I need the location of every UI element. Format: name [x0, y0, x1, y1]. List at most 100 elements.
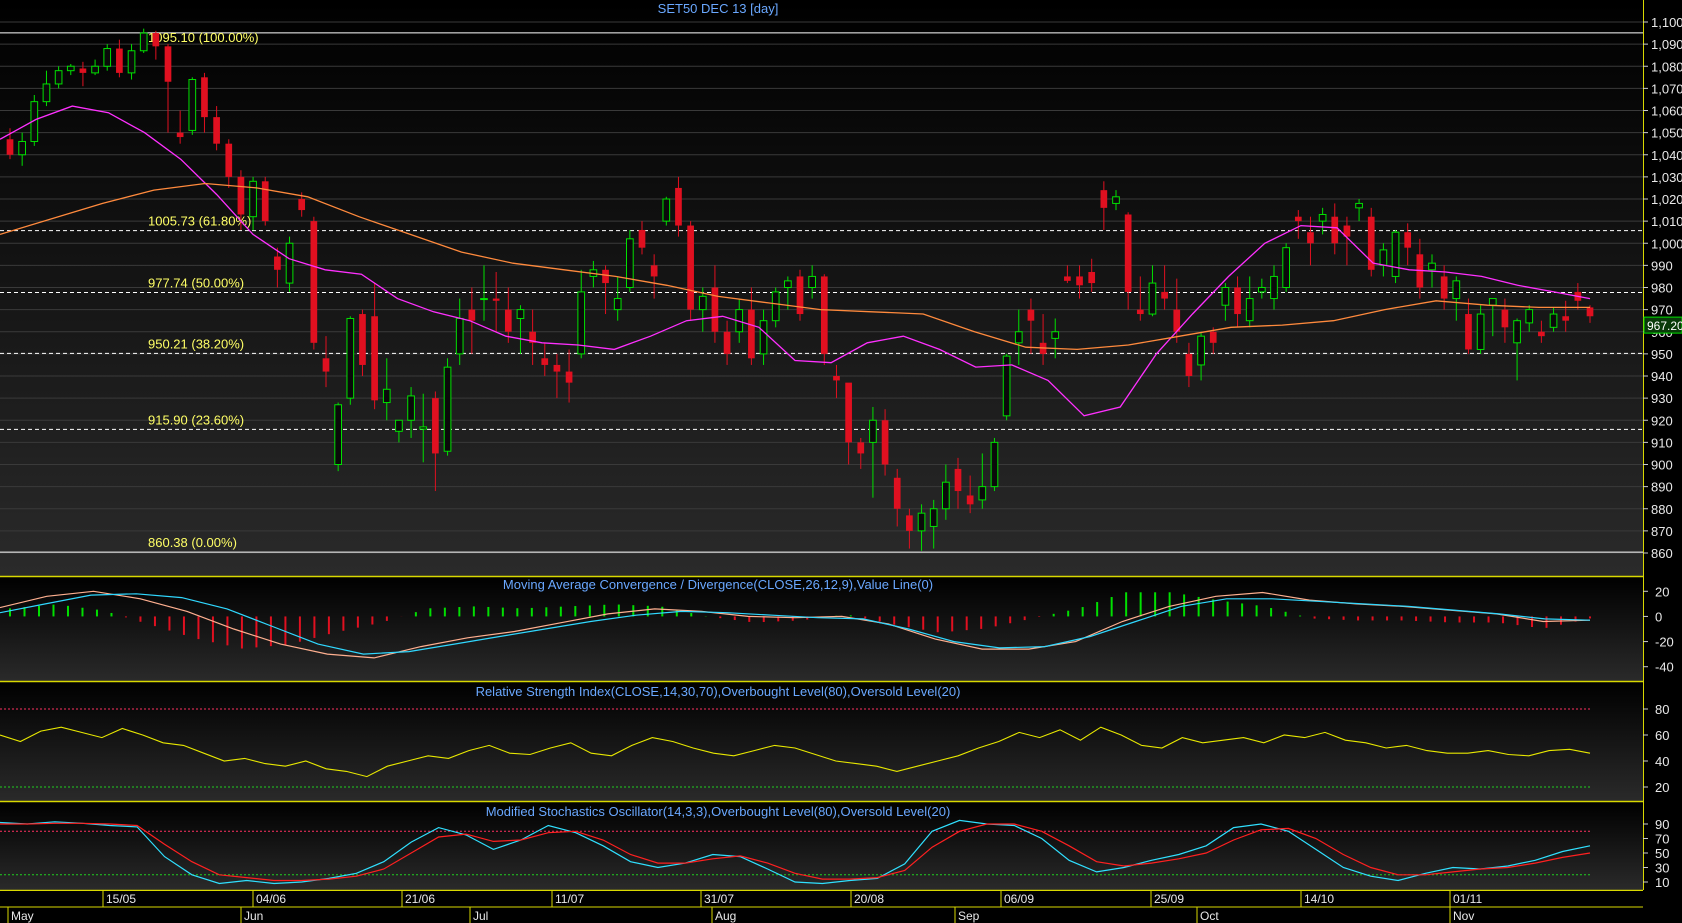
price-tick-label: 1,030 — [1651, 170, 1682, 185]
date-month-label: May — [11, 909, 34, 923]
candle-body-up — [662, 198, 671, 222]
candle-body-up — [395, 419, 403, 432]
candle-body-down — [553, 364, 561, 372]
rsi-tick-label: 60 — [1655, 728, 1669, 743]
candle-body-up — [1112, 196, 1120, 204]
date-day-label: 06/09 — [1004, 892, 1034, 906]
candle-body-up — [1476, 313, 1485, 350]
candle-body-down — [687, 225, 694, 310]
candle-body-down — [1331, 216, 1339, 244]
chart-title: SET50 DEC 13 [day] — [658, 1, 779, 16]
date-day-label: 25/09 — [1154, 892, 1184, 906]
candle-body-down — [723, 331, 731, 354]
candle-body-down — [468, 309, 476, 321]
candle-body-up — [42, 83, 51, 103]
price-tick-label: 1,020 — [1651, 192, 1682, 207]
price-tick-label: 870 — [1651, 524, 1673, 539]
candle-body-up — [613, 298, 622, 311]
candle-body-down — [650, 265, 658, 277]
candle-body-up — [698, 295, 707, 311]
chart-canvas[interactable]: 1,100 1,090 1,080 1,070 1,060 1,050 1,040 1,030… — [0, 0, 1682, 923]
candle-body-down — [1586, 307, 1594, 317]
candle-body-up — [1270, 275, 1278, 300]
candle-body-up — [626, 238, 634, 288]
stoch-tick-label: 90 — [1655, 817, 1669, 832]
candle-body-down — [152, 33, 160, 47]
candle-body-up — [1148, 282, 1157, 315]
price-tick-label: 1,080 — [1651, 59, 1682, 74]
candle-body-up — [771, 291, 780, 322]
candle-body-down — [833, 376, 840, 381]
date-day-label: 20/08 — [854, 892, 884, 906]
price-tick-label: 990 — [1651, 258, 1673, 273]
date-month-label: Aug — [715, 909, 736, 923]
rsi-title: Relative Strength Index(CLOSE,14,30,70),… — [476, 684, 961, 699]
candle-body-up — [455, 317, 464, 355]
candle-body-up — [1014, 331, 1023, 344]
candle-body-up — [1355, 202, 1363, 209]
candle-body-down — [504, 309, 512, 332]
candle-body-down — [213, 117, 220, 144]
candle-body-up — [1391, 231, 1400, 277]
chart-window: 1,100 1,090 1,080 1,070 1,060 1,050 1,040 1,030… — [0, 0, 1682, 923]
candle-body-down — [6, 139, 14, 155]
candle-body-up — [480, 298, 488, 301]
candle-body-down — [1100, 190, 1108, 208]
price-tick-label: 950 — [1651, 347, 1673, 362]
macd-tick-label: -20 — [1655, 635, 1674, 650]
date-day-label: 31/07 — [704, 892, 734, 906]
candle-body-down — [881, 420, 889, 465]
stoch-tick-label: 70 — [1655, 832, 1669, 847]
candle-body-down — [748, 309, 755, 359]
rsi-tick-label: 80 — [1655, 702, 1669, 717]
candle-body-down — [1185, 353, 1193, 376]
candle-body-up — [443, 366, 452, 452]
candle-body-up — [1549, 313, 1558, 328]
candle-body-down — [310, 221, 318, 343]
candle-body-up — [103, 48, 112, 67]
candle-body-up — [66, 65, 75, 72]
candle-body-up — [1221, 287, 1230, 306]
candle-body-down — [261, 181, 269, 222]
candle-body-down — [857, 442, 865, 454]
candle-body-up — [1379, 249, 1388, 266]
price-tick-label: 1,070 — [1651, 81, 1682, 96]
candle-body-down — [675, 187, 682, 226]
candle-body-down — [1538, 331, 1545, 337]
candle-body-down — [966, 495, 974, 505]
candle-body-up — [1258, 287, 1266, 293]
fib-level-label: 860.38 (0.00%) — [148, 535, 237, 550]
candle-body-down — [298, 199, 306, 211]
candle-body-down — [274, 256, 281, 270]
rsi-tick-label: 20 — [1655, 780, 1669, 795]
candle-body-up — [18, 140, 26, 156]
price-tick-label: 940 — [1651, 369, 1673, 384]
price-tick-label: 930 — [1651, 391, 1673, 406]
price-tick-label: 890 — [1651, 480, 1673, 495]
candle-body-up — [1051, 331, 1060, 339]
candle-body-down — [1234, 287, 1241, 315]
price-tick-label: 970 — [1651, 303, 1673, 318]
candle-body-down — [1076, 276, 1083, 286]
date-month-label: Nov — [1453, 909, 1474, 923]
price-tick-label: 1,040 — [1651, 148, 1682, 163]
date-day-label: 11/07 — [555, 892, 584, 906]
candle-body-down — [1136, 309, 1144, 315]
candle-body-up — [1282, 247, 1290, 289]
rsi-tick-label: 40 — [1655, 754, 1669, 769]
macd-tick-label: -40 — [1655, 660, 1674, 675]
date-day-label: 04/06 — [256, 892, 286, 906]
fib-level-label: 950.21 (38.20%) — [148, 336, 244, 351]
candle-body-up — [990, 441, 999, 488]
candle-body-down — [845, 382, 852, 443]
fib-level-label: 915.90 (23.60%) — [148, 412, 244, 427]
candle-body-up — [1525, 309, 1534, 324]
candle-body-up — [1428, 262, 1436, 271]
candle-body-up — [1197, 335, 1205, 366]
candle-body-down — [116, 48, 123, 73]
date-day-label: 21/06 — [405, 892, 435, 906]
candle-body-down — [1501, 309, 1509, 328]
candle-body-up — [188, 79, 197, 131]
candle-body-down — [820, 276, 828, 354]
price-tick-label: 900 — [1651, 458, 1673, 473]
